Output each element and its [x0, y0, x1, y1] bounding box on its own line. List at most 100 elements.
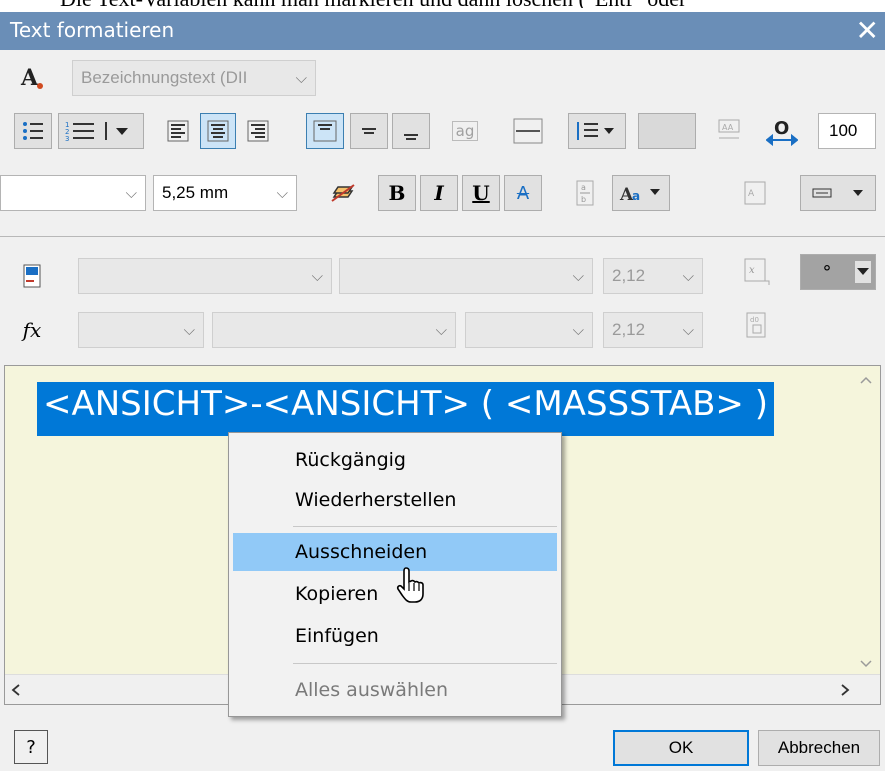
chevron-down-icon: ⌵: [682, 267, 694, 285]
menu-separator: [293, 663, 557, 664]
numbered-list-button[interactable]: 123: [58, 113, 144, 149]
svg-text:a: a: [632, 189, 640, 203]
svg-text:AA: AA: [722, 123, 734, 132]
field-dropdown-button[interactable]: [800, 175, 876, 211]
cancel-button[interactable]: Abbrechen: [758, 730, 880, 766]
svg-text:a: a: [581, 183, 586, 192]
function-category-select[interactable]: ⌵: [78, 312, 204, 348]
menu-separator: [293, 526, 557, 527]
underline-icon: U: [472, 181, 490, 205]
svg-text:d0: d0: [750, 316, 759, 324]
insert-parameter-button[interactable]: x: [738, 254, 776, 290]
function-precision-select[interactable]: 2,12 ⌵: [603, 312, 703, 348]
svg-text:x: x: [749, 265, 755, 276]
font-size-select[interactable]: 5,25 mm ⌵: [153, 175, 297, 211]
horizontal-line-button[interactable]: [508, 113, 548, 149]
help-button[interactable]: ?: [14, 730, 48, 764]
text-frame-button[interactable]: A: [738, 175, 772, 211]
help-icon: ?: [26, 736, 36, 758]
bold-button[interactable]: B: [378, 175, 416, 211]
svg-text:A: A: [20, 65, 39, 91]
valign-bottom-button[interactable]: [392, 113, 430, 149]
stack-fraction-button[interactable]: ab: [566, 175, 604, 211]
stretch-icon: O: [760, 113, 804, 149]
fraction-icon: ab: [576, 180, 594, 206]
align-center-icon: [207, 120, 229, 142]
parameter-precision-select[interactable]: 2,12 ⌵: [603, 258, 703, 294]
scroll-down-icon: [860, 660, 872, 668]
stack-layers-button[interactable]: [324, 175, 362, 211]
selected-text[interactable]: <ANSICHT>-<ANSICHT> ( <MASSSTAB> ): [37, 382, 774, 436]
menu-item-select-all[interactable]: Alles auswählen: [233, 671, 557, 709]
ok-button[interactable]: OK: [613, 730, 749, 766]
valign-middle-button[interactable]: [350, 113, 388, 149]
chevron-down-icon: ⌵: [682, 321, 694, 339]
text-width-button[interactable]: AA: [712, 113, 746, 149]
valign-bottom-icon: [404, 134, 418, 140]
insert-parameter-icon: x: [744, 258, 770, 285]
italic-button[interactable]: I: [420, 175, 458, 211]
insert-function-button[interactable]: d0: [738, 308, 776, 344]
chevron-down-icon: [857, 268, 869, 275]
numbered-list-icon: 123: [65, 121, 128, 142]
chevron-down-icon: ⌵: [276, 184, 288, 202]
menu-item-cut[interactable]: Ausschneiden: [233, 533, 557, 571]
chevron-down-icon: ⌵: [183, 321, 195, 339]
bullet-list-icon: [23, 122, 43, 140]
menu-item-paste[interactable]: Einfügen: [233, 617, 557, 655]
color-swatch-button[interactable]: [638, 113, 696, 149]
horizontal-line-icon: [513, 118, 543, 144]
chevron-down-icon: ⌵: [125, 184, 137, 202]
toolbar-divider: [0, 236, 885, 237]
chevron-down-icon: ⌵: [311, 267, 323, 285]
menu-item-redo[interactable]: Wiederherstellen: [233, 481, 557, 519]
close-icon[interactable]: ✕: [856, 14, 879, 47]
strikethrough-button[interactable]: A: [504, 175, 542, 211]
svg-text:A: A: [748, 189, 755, 199]
vertical-scrollbar[interactable]: [852, 366, 880, 676]
bullet-list-button[interactable]: [14, 113, 52, 149]
case-button[interactable]: Aa: [612, 175, 670, 211]
align-center-button[interactable]: [200, 113, 236, 149]
font-select[interactable]: ⌵: [0, 175, 146, 211]
function-precision-value: 2,12: [612, 320, 646, 339]
strikethrough-icon: A: [516, 182, 530, 204]
function-unit-select[interactable]: ⌵: [465, 312, 593, 348]
text-style-value: Bezeichnungstext (DII: [81, 68, 248, 87]
valign-top-button[interactable]: [306, 113, 344, 149]
chevron-down-icon: ⌵: [572, 267, 584, 285]
chevron-down-icon: ⌵: [572, 321, 584, 339]
chevron-down-icon: ⌵: [435, 321, 447, 339]
text-style-select[interactable]: Bezeichnungstext (DII ⌵: [72, 60, 316, 96]
svg-text:3: 3: [65, 135, 69, 142]
text-style-icon: A: [14, 60, 50, 96]
svg-text:O: O: [774, 118, 789, 139]
menu-item-undo[interactable]: Rückgängig: [233, 441, 557, 479]
hand-cursor-icon: [396, 567, 424, 603]
parameter-type-icon: [16, 258, 48, 294]
stretch-input[interactable]: 100: [818, 113, 876, 149]
valign-top-icon: [313, 120, 337, 142]
align-left-button[interactable]: [160, 113, 196, 149]
menu-item-copy[interactable]: Kopieren: [233, 575, 557, 613]
source-select[interactable]: ⌵: [339, 258, 593, 294]
italic-icon: I: [434, 181, 444, 205]
component-select[interactable]: ⌵: [78, 258, 332, 294]
insert-function-icon: d0: [746, 312, 766, 338]
document-text-snippet: Die Text-Variablen kann man markieren un…: [60, 0, 885, 8]
context-menu: Rückgängig Wiederherstellen Ausschneiden…: [228, 432, 562, 717]
symbol-dropdown-button[interactable]: °: [800, 254, 876, 290]
align-right-button[interactable]: [240, 113, 276, 149]
scroll-left-icon: [11, 684, 20, 696]
underline-button[interactable]: U: [462, 175, 500, 211]
bold-icon: B: [388, 181, 406, 205]
svg-text:b: b: [581, 195, 586, 204]
function-select[interactable]: ⌵: [212, 312, 456, 348]
align-left-icon: [167, 120, 189, 142]
valign-middle-icon: [362, 128, 376, 134]
window-title: Text formatieren: [10, 18, 175, 42]
align-right-icon: [247, 120, 269, 142]
line-spacing-icon: [577, 122, 614, 140]
insert-text-button[interactable]: ag: [446, 113, 484, 149]
line-spacing-button[interactable]: [568, 113, 626, 149]
